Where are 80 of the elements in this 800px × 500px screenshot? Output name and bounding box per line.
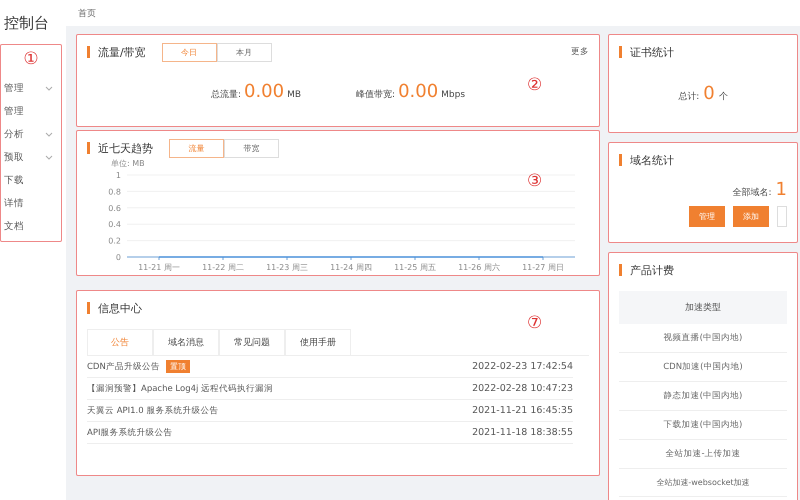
- cut-off-button[interactable]: [777, 206, 787, 227]
- sidebar-item[interactable]: 管理: [1, 77, 61, 100]
- sidebar-item-label: 预取: [4, 151, 24, 164]
- x-tick-label: 11-25 周五: [394, 263, 436, 272]
- panel-title: 近七天趋势: [98, 140, 153, 156]
- sidebar-item-label: 管理: [4, 82, 24, 95]
- table-cell: 全站加速-上传加速: [619, 440, 787, 469]
- accent-bar: [87, 142, 90, 154]
- panel-title: 证书统计: [630, 44, 674, 60]
- stat-label: 峰值带宽:: [356, 88, 396, 101]
- y-tick-label: 0: [116, 253, 121, 262]
- notice-time: 2022-02-28 10:47:23: [472, 383, 573, 394]
- table-cell: CDN加速(中国内地): [619, 353, 787, 382]
- tab[interactable]: 本月: [216, 42, 272, 62]
- table-cell: 视频直播(中国内地): [619, 324, 787, 353]
- table-cell: 下载加速(中国内地): [619, 411, 787, 440]
- annotation-number: ②: [527, 75, 542, 95]
- accent-bar: [619, 154, 622, 166]
- more-link[interactable]: 更多: [571, 46, 589, 58]
- axis-unit-label: 单位: MB: [111, 159, 145, 168]
- x-tick-label: 11-26 周六: [458, 263, 500, 272]
- stat-label: 总流量:: [210, 88, 241, 101]
- notice-link[interactable]: API服务系统升级公告: [87, 426, 172, 438]
- annotation-number: ③: [527, 171, 542, 191]
- accent-bar: [619, 264, 622, 276]
- pinned-badge: 置顶: [166, 360, 190, 373]
- stat-value: 1: [776, 179, 787, 200]
- sidebar-item[interactable]: 管理: [1, 100, 61, 123]
- stat-value: 0.00: [244, 81, 284, 102]
- y-tick-label: 0.8: [108, 187, 121, 196]
- sidebar-item-label: 分析: [4, 128, 24, 141]
- tab[interactable]: 常见问题: [219, 329, 285, 355]
- accent-bar: [619, 46, 622, 58]
- accent-bar: [87, 302, 90, 314]
- y-tick-label: 0.6: [108, 204, 121, 213]
- tab[interactable]: 使用手册: [285, 329, 351, 355]
- sidebar-item-label: 文档: [4, 220, 24, 233]
- tab[interactable]: 带宽: [224, 138, 279, 158]
- sidebar-item-label: 管理: [4, 105, 24, 118]
- annotation-number: ①: [22, 49, 40, 69]
- notice-link[interactable]: 天翼云 API1.0 服务系统升级公告: [87, 404, 218, 416]
- table-cell: 全站加速-websocket加速: [619, 469, 787, 497]
- x-tick-label: 11-23 周三: [266, 263, 308, 272]
- stat-label: 总计:: [678, 90, 700, 103]
- stat-unit: 个: [718, 90, 728, 103]
- accent-bar: [87, 46, 90, 58]
- y-tick-label: 0.4: [108, 220, 121, 230]
- x-tick-label: 11-21 周一: [138, 263, 180, 272]
- stat-value: 0.00: [398, 81, 438, 102]
- notice-time: 2022-02-23 17:42:54: [472, 361, 573, 372]
- y-tick-label: 1: [116, 171, 121, 180]
- sidebar-item[interactable]: 下载: [1, 169, 61, 192]
- notice-link[interactable]: 【漏洞预警】Apache Log4j 远程代码执行漏洞: [87, 382, 274, 394]
- notice-time: 2021-11-21 16:45:35: [472, 405, 573, 416]
- x-tick-label: 11-24 周四: [330, 263, 372, 272]
- console-title: 控制台: [3, 13, 50, 34]
- column-header: 加速类型: [619, 291, 787, 324]
- sidebar-item[interactable]: 分析: [1, 123, 61, 146]
- notice-link[interactable]: CDN产品升级公告: [87, 360, 160, 372]
- panel-title: 产品计费: [630, 262, 674, 278]
- breadcrumb[interactable]: 首页: [78, 9, 96, 19]
- x-tick-label: 11-22 周二: [202, 263, 244, 272]
- panel-title: 域名统计: [630, 152, 674, 168]
- stat-value: 0: [703, 83, 715, 104]
- y-tick-label: 0.2: [108, 236, 121, 246]
- stat-unit: Mbps: [441, 90, 466, 100]
- sidebar-item[interactable]: 详情: [1, 192, 61, 215]
- notice-time: 2021-11-18 18:38:55: [472, 427, 573, 438]
- sidebar-item[interactable]: 文档: [1, 215, 61, 238]
- stat-label: 全部域名:: [732, 186, 772, 199]
- panel-title: 流量/带宽: [98, 44, 146, 60]
- tab[interactable]: 域名消息: [153, 329, 219, 355]
- sidebar-item-label: 下载: [4, 174, 24, 187]
- panel-title: 信息中心: [98, 300, 142, 316]
- stat-unit: MB: [287, 90, 302, 100]
- sidebar-item[interactable]: 预取: [1, 146, 61, 169]
- table-cell: 静态加速(中国内地): [619, 382, 787, 411]
- sidebar-item-label: 详情: [4, 197, 24, 210]
- annotation-number: ⑦: [527, 313, 542, 333]
- x-tick-label: 11-27 周日: [522, 263, 564, 272]
